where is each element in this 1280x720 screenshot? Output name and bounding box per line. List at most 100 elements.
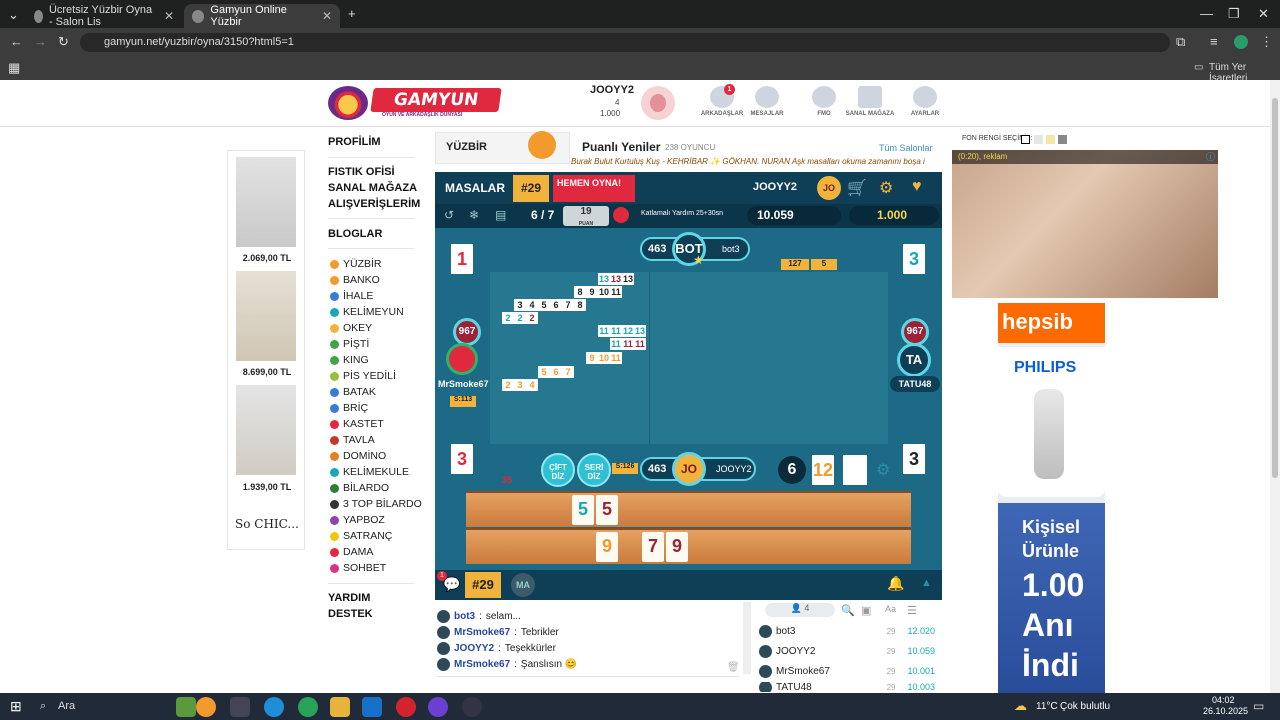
- menu-game-item[interactable]: KELİMEKULE: [330, 464, 409, 480]
- taskbar-widget-icon[interactable]: [176, 697, 196, 717]
- close-tab-icon[interactable]: ✕: [322, 9, 332, 23]
- series-arrange-button[interactable]: SERİ DİZ: [577, 453, 611, 487]
- bg-swatch-yellow[interactable]: [1046, 135, 1055, 144]
- gear-icon[interactable]: ⚙: [876, 460, 890, 480]
- menu-shop-purchases[interactable]: ALIŞVERİŞLERİM: [328, 198, 420, 210]
- store-button[interactable]: SANAL MAĞAZA: [840, 86, 900, 117]
- back-icon[interactable]: ←: [10, 35, 23, 48]
- menu-game-item[interactable]: PİŞTİ: [330, 336, 369, 352]
- gamyun-logo[interactable]: GAMYUN OYUN VE ARKADAŞLIK DÜNYASI: [322, 82, 502, 120]
- file-explorer-icon[interactable]: [330, 697, 350, 717]
- chat-scrollbar[interactable]: [743, 602, 751, 674]
- restore-icon[interactable]: ❐: [1228, 7, 1240, 20]
- minimize-icon[interactable]: —: [1200, 7, 1213, 20]
- all-rooms-link[interactable]: Tüm Salonlar: [879, 143, 933, 153]
- header-username[interactable]: JOOYY2: [590, 84, 634, 96]
- taskbar-widget-icon[interactable]: [196, 697, 216, 717]
- clipboard-icon[interactable]: ▤: [495, 208, 506, 222]
- scrollbar-thumb[interactable]: [1272, 98, 1278, 478]
- earring-image[interactable]: [236, 385, 296, 475]
- menu-shop-fistik[interactable]: FISTIK OFİSİ: [328, 166, 395, 178]
- rack-tile[interactable]: 9: [596, 532, 618, 562]
- double-arrange-button[interactable]: ÇİFT DİZ: [541, 453, 575, 487]
- app-icon[interactable]: [462, 697, 482, 717]
- apps-grid-icon[interactable]: ▦: [8, 61, 20, 74]
- notification-icon[interactable]: ▭: [1253, 699, 1264, 713]
- player-row[interactable]: bot3 29 12.020: [759, 622, 935, 640]
- gear-icon[interactable]: ⚙: [879, 178, 893, 198]
- weather-temp[interactable]: 11°C: [1036, 701, 1058, 712]
- cart-icon[interactable]: 🛒: [847, 178, 867, 198]
- heart-icon[interactable]: ♥: [912, 178, 922, 196]
- outlook-icon[interactable]: [362, 697, 382, 717]
- search-icon[interactable]: ⌕: [40, 700, 46, 713]
- player-row[interactable]: JOOYY2 29 10.059: [759, 642, 935, 660]
- bottom-avatar[interactable]: MA: [511, 573, 535, 597]
- chat-sender[interactable]: MrSmoke67: [454, 659, 510, 670]
- tables-button[interactable]: MASALAR: [445, 181, 505, 195]
- menu-game-item[interactable]: SOHBET: [330, 560, 386, 576]
- snowflake-icon[interactable]: ❄: [469, 208, 479, 222]
- menu-game-item[interactable]: DOMİNO: [330, 448, 386, 464]
- close-window-icon[interactable]: ✕: [1258, 7, 1269, 20]
- windows-start-icon[interactable]: ⊞: [10, 698, 22, 715]
- font-size-icon[interactable]: Aa: [885, 604, 896, 614]
- weather-text[interactable]: Çok bulutlu: [1060, 701, 1110, 712]
- hepsiburada-ad[interactable]: hepsib PHILIPS Kişisel Ürünle 1.00 Anı İ…: [998, 303, 1105, 693]
- messages-button[interactable]: MESAJLAR: [737, 86, 797, 117]
- menu-profile[interactable]: PROFİLİM: [328, 136, 381, 148]
- menu-help[interactable]: YARDIM: [328, 592, 370, 604]
- reading-list-icon[interactable]: ≡: [1210, 35, 1218, 48]
- extensions-icon[interactable]: ⧉: [1176, 35, 1185, 48]
- clock-date[interactable]: 26.10.2025: [1203, 706, 1248, 716]
- chat-input[interactable]: [437, 676, 739, 690]
- player-row[interactable]: TATU48 29 10.003: [759, 682, 935, 692]
- trash-icon[interactable]: 🗑: [727, 662, 740, 673]
- info-icon[interactable]: ⓘ: [1206, 150, 1215, 163]
- list-icon[interactable]: ☰: [907, 604, 917, 617]
- rack-tile[interactable]: 9: [666, 532, 688, 562]
- edge-icon[interactable]: [264, 697, 284, 717]
- play-now-button[interactable]: HEMEN OYNA!: [553, 175, 635, 202]
- menu-game-item[interactable]: İHALE: [330, 288, 373, 304]
- settings-button[interactable]: AYARLAR: [895, 86, 955, 117]
- profile-avatar[interactable]: [1234, 35, 1248, 49]
- taskbar-search[interactable]: Ara: [58, 700, 75, 712]
- new-tab-icon[interactable]: +: [348, 7, 356, 20]
- browser-tab-2[interactable]: Gamyun Online Yüzbir ✕: [184, 4, 340, 28]
- undo-icon[interactable]: ↺: [444, 208, 454, 222]
- clock-time[interactable]: 04:02: [1212, 695, 1235, 705]
- menu-game-item[interactable]: KING: [330, 352, 369, 368]
- menu-game-item[interactable]: YAPBOZ: [330, 512, 385, 528]
- menu-game-item[interactable]: BANKO: [330, 272, 380, 288]
- menu-game-item[interactable]: PİS YEDİLİ: [330, 368, 396, 384]
- opera-icon[interactable]: [396, 697, 416, 717]
- menu-support[interactable]: DESTEK: [328, 608, 373, 620]
- product-ad-column[interactable]: 2.069,00 TL 8.699,00 TL 1.939,00 TL So C…: [227, 150, 305, 550]
- menu-game-item[interactable]: YÜZBİR: [330, 256, 382, 272]
- reload-icon[interactable]: ↻: [58, 35, 69, 48]
- menu-shop-store[interactable]: SANAL MAĞAZA: [328, 182, 417, 194]
- bottom-player-avatar[interactable]: JO: [672, 452, 706, 486]
- chat-sender[interactable]: MrSmoke67: [454, 627, 510, 638]
- rack-tile[interactable]: 5: [596, 495, 618, 525]
- draw-pile[interactable]: [843, 455, 867, 485]
- task-view-icon[interactable]: [230, 697, 250, 717]
- menu-game-item[interactable]: TAVLA: [330, 432, 375, 448]
- collapse-icon[interactable]: ▲: [921, 577, 932, 589]
- bg-swatch-gray[interactable]: [1058, 135, 1067, 144]
- brand-logo[interactable]: So CHIC...: [235, 517, 299, 531]
- browser-tab-1[interactable]: Ücretsiz Yüzbir Oyna - Salon Lis ✕: [26, 4, 182, 28]
- menu-game-item[interactable]: OKEY: [330, 320, 372, 336]
- menu-blogs[interactable]: BLOGLAR: [328, 228, 382, 240]
- menu-game-item[interactable]: BRİÇ: [330, 400, 368, 416]
- earring-image[interactable]: [236, 271, 296, 361]
- image-icon[interactable]: ▣: [861, 604, 871, 617]
- menu-icon[interactable]: ⋮: [1260, 35, 1273, 48]
- necklace-image[interactable]: [236, 157, 296, 247]
- menu-game-item[interactable]: SATRANÇ: [330, 528, 392, 544]
- messenger-icon[interactable]: [428, 697, 448, 717]
- tab-search-icon[interactable]: ⌄: [8, 8, 19, 21]
- discard-tile[interactable]: 12: [812, 455, 834, 485]
- chat-sender[interactable]: JOOYY2: [454, 643, 494, 654]
